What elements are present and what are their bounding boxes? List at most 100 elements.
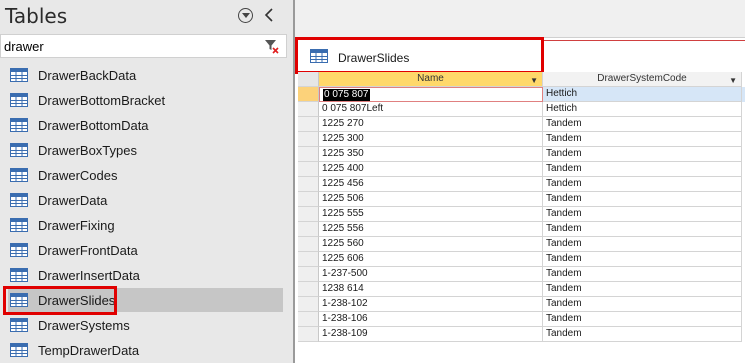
row-selector[interactable] <box>298 252 319 267</box>
tab-strip-line <box>539 40 745 41</box>
table-row[interactable]: 1225 506 Tandem <box>295 192 745 207</box>
row-selector[interactable] <box>298 177 319 192</box>
name-cell[interactable]: 1225 606 <box>319 252 543 267</box>
table-row[interactable]: 1-238-106 Tandem <box>295 312 745 327</box>
row-selector[interactable] <box>298 192 319 207</box>
name-cell[interactable]: 1225 300 <box>319 132 543 147</box>
row-selector[interactable] <box>298 312 319 327</box>
drawersystemcode-cell[interactable]: Tandem <box>543 222 742 237</box>
drawersystemcode-cell[interactable]: Tandem <box>543 267 742 282</box>
column-header-drawersystemcode[interactable]: DrawerSystemCode ▼ <box>543 72 742 87</box>
name-cell[interactable]: 1225 560 <box>319 237 543 252</box>
row-selector[interactable] <box>298 222 319 237</box>
table-list-item[interactable]: DrawerData <box>0 188 293 213</box>
row-selector[interactable] <box>298 147 319 162</box>
table-icon <box>10 143 28 157</box>
drawersystemcode-cell[interactable]: Tandem <box>543 147 742 162</box>
drawersystemcode-cell[interactable]: Tandem <box>543 177 742 192</box>
cell-text: 1225 606 <box>322 253 364 264</box>
table-list-item[interactable]: TempDrawerData <box>0 338 293 363</box>
table-list-item-label: DrawerFrontData <box>38 243 138 258</box>
drawersystemcode-cell[interactable]: Tandem <box>543 297 742 312</box>
table-row[interactable]: 1225 300 Tandem <box>295 132 745 147</box>
name-cell[interactable]: 1225 270 <box>319 117 543 132</box>
table-row[interactable]: 1-238-102 Tandem <box>295 297 745 312</box>
table-row[interactable]: 1-237-500 Tandem <box>295 267 745 282</box>
row-selector[interactable] <box>298 162 319 177</box>
drawersystemcode-cell[interactable]: Hettich <box>543 87 742 102</box>
select-all-corner[interactable] <box>298 72 319 87</box>
name-cell[interactable]: 0 075 807Left <box>319 102 543 117</box>
table-row[interactable]: 0 075 807 Hettich <box>295 87 745 102</box>
table-list-item[interactable]: DrawerBottomData <box>0 113 293 138</box>
row-selector[interactable] <box>298 237 319 252</box>
row-selector[interactable] <box>298 327 319 342</box>
table-row[interactable]: 1238 614 Tandem <box>295 282 745 297</box>
search-input[interactable] <box>4 37 259 55</box>
drawersystemcode-cell[interactable]: Hettich <box>543 102 742 117</box>
table-row[interactable]: 1225 555 Tandem <box>295 207 745 222</box>
name-cell[interactable]: 1-238-109 <box>319 327 543 342</box>
collapse-chevron-icon[interactable] <box>262 5 276 25</box>
name-cell[interactable]: 1225 556 <box>319 222 543 237</box>
row-selector[interactable] <box>298 117 319 132</box>
row-selector[interactable] <box>298 282 319 297</box>
name-cell[interactable]: 1225 400 <box>319 162 543 177</box>
row-selector[interactable] <box>298 87 319 102</box>
table-row[interactable]: 1225 456 Tandem <box>295 177 745 192</box>
name-cell[interactable]: 0 075 807 <box>319 87 543 102</box>
row-selector[interactable] <box>298 132 319 147</box>
nav-header: Tables <box>0 0 293 34</box>
row-selector[interactable] <box>298 207 319 222</box>
name-cell[interactable]: 1225 506 <box>319 192 543 207</box>
row-selector[interactable] <box>298 267 319 282</box>
table-list-item[interactable]: DrawerBoxTypes <box>0 138 293 163</box>
table-list-item[interactable]: DrawerBottomBracket <box>0 88 293 113</box>
table-list-item[interactable]: DrawerBackData <box>0 63 293 88</box>
drawersystemcode-cell[interactable]: Tandem <box>543 327 742 342</box>
table-row[interactable]: 1225 560 Tandem <box>295 237 745 252</box>
table-list-item[interactable]: DrawerInsertData <box>0 263 293 288</box>
drawersystemcode-cell[interactable]: Tandem <box>543 192 742 207</box>
nav-title: Tables <box>5 4 68 28</box>
drawersystemcode-cell[interactable]: Tandem <box>543 237 742 252</box>
sort-dropdown-icon[interactable]: ▼ <box>530 74 538 86</box>
table-list-item[interactable]: DrawerSystems <box>0 313 293 338</box>
name-cell[interactable]: 1-238-102 <box>319 297 543 312</box>
name-cell[interactable]: 1-237-500 <box>319 267 543 282</box>
drawersystemcode-cell[interactable]: Tandem <box>543 117 742 132</box>
sort-dropdown-icon[interactable]: ▼ <box>729 74 737 86</box>
cell-text: Tandem <box>546 148 582 159</box>
name-cell[interactable]: 1225 350 <box>319 147 543 162</box>
table-row[interactable]: 1-238-109 Tandem <box>295 327 745 342</box>
name-cell[interactable]: 1238 614 <box>319 282 543 297</box>
cell-text: Tandem <box>546 178 582 189</box>
cell-text: 1-238-102 <box>322 298 368 309</box>
table-row[interactable]: 1225 606 Tandem <box>295 252 745 267</box>
table-list-item[interactable]: DrawerFixing <box>0 213 293 238</box>
table-row[interactable]: 1225 556 Tandem <box>295 222 745 237</box>
table-list-item[interactable]: DrawerCodes <box>0 163 293 188</box>
name-cell[interactable]: 1225 555 <box>319 207 543 222</box>
drawersystemcode-cell[interactable]: Tandem <box>543 282 742 297</box>
cell-text: Tandem <box>546 328 582 339</box>
table-row[interactable]: 1225 270 Tandem <box>295 117 745 132</box>
table-list-item[interactable]: DrawerFrontData <box>0 238 293 263</box>
cell-text: Tandem <box>546 238 582 249</box>
row-selector[interactable] <box>298 102 319 117</box>
drawersystemcode-cell[interactable]: Tandem <box>543 132 742 147</box>
drawersystemcode-cell[interactable]: Tandem <box>543 162 742 177</box>
table-row[interactable]: 1225 350 Tandem <box>295 147 745 162</box>
name-cell[interactable]: 1-238-106 <box>319 312 543 327</box>
table-row[interactable]: 0 075 807Left Hettich <box>295 102 745 117</box>
clear-filter-icon[interactable] <box>264 38 280 54</box>
dropdown-circle-icon[interactable] <box>238 8 253 23</box>
grid-header-row: Name ▼ DrawerSystemCode ▼ <box>295 72 745 87</box>
table-row[interactable]: 1225 400 Tandem <box>295 162 745 177</box>
drawersystemcode-cell[interactable]: Tandem <box>543 207 742 222</box>
column-header-name[interactable]: Name ▼ <box>319 72 543 87</box>
row-selector[interactable] <box>298 297 319 312</box>
name-cell[interactable]: 1225 456 <box>319 177 543 192</box>
drawersystemcode-cell[interactable]: Tandem <box>543 252 742 267</box>
drawersystemcode-cell[interactable]: Tandem <box>543 312 742 327</box>
